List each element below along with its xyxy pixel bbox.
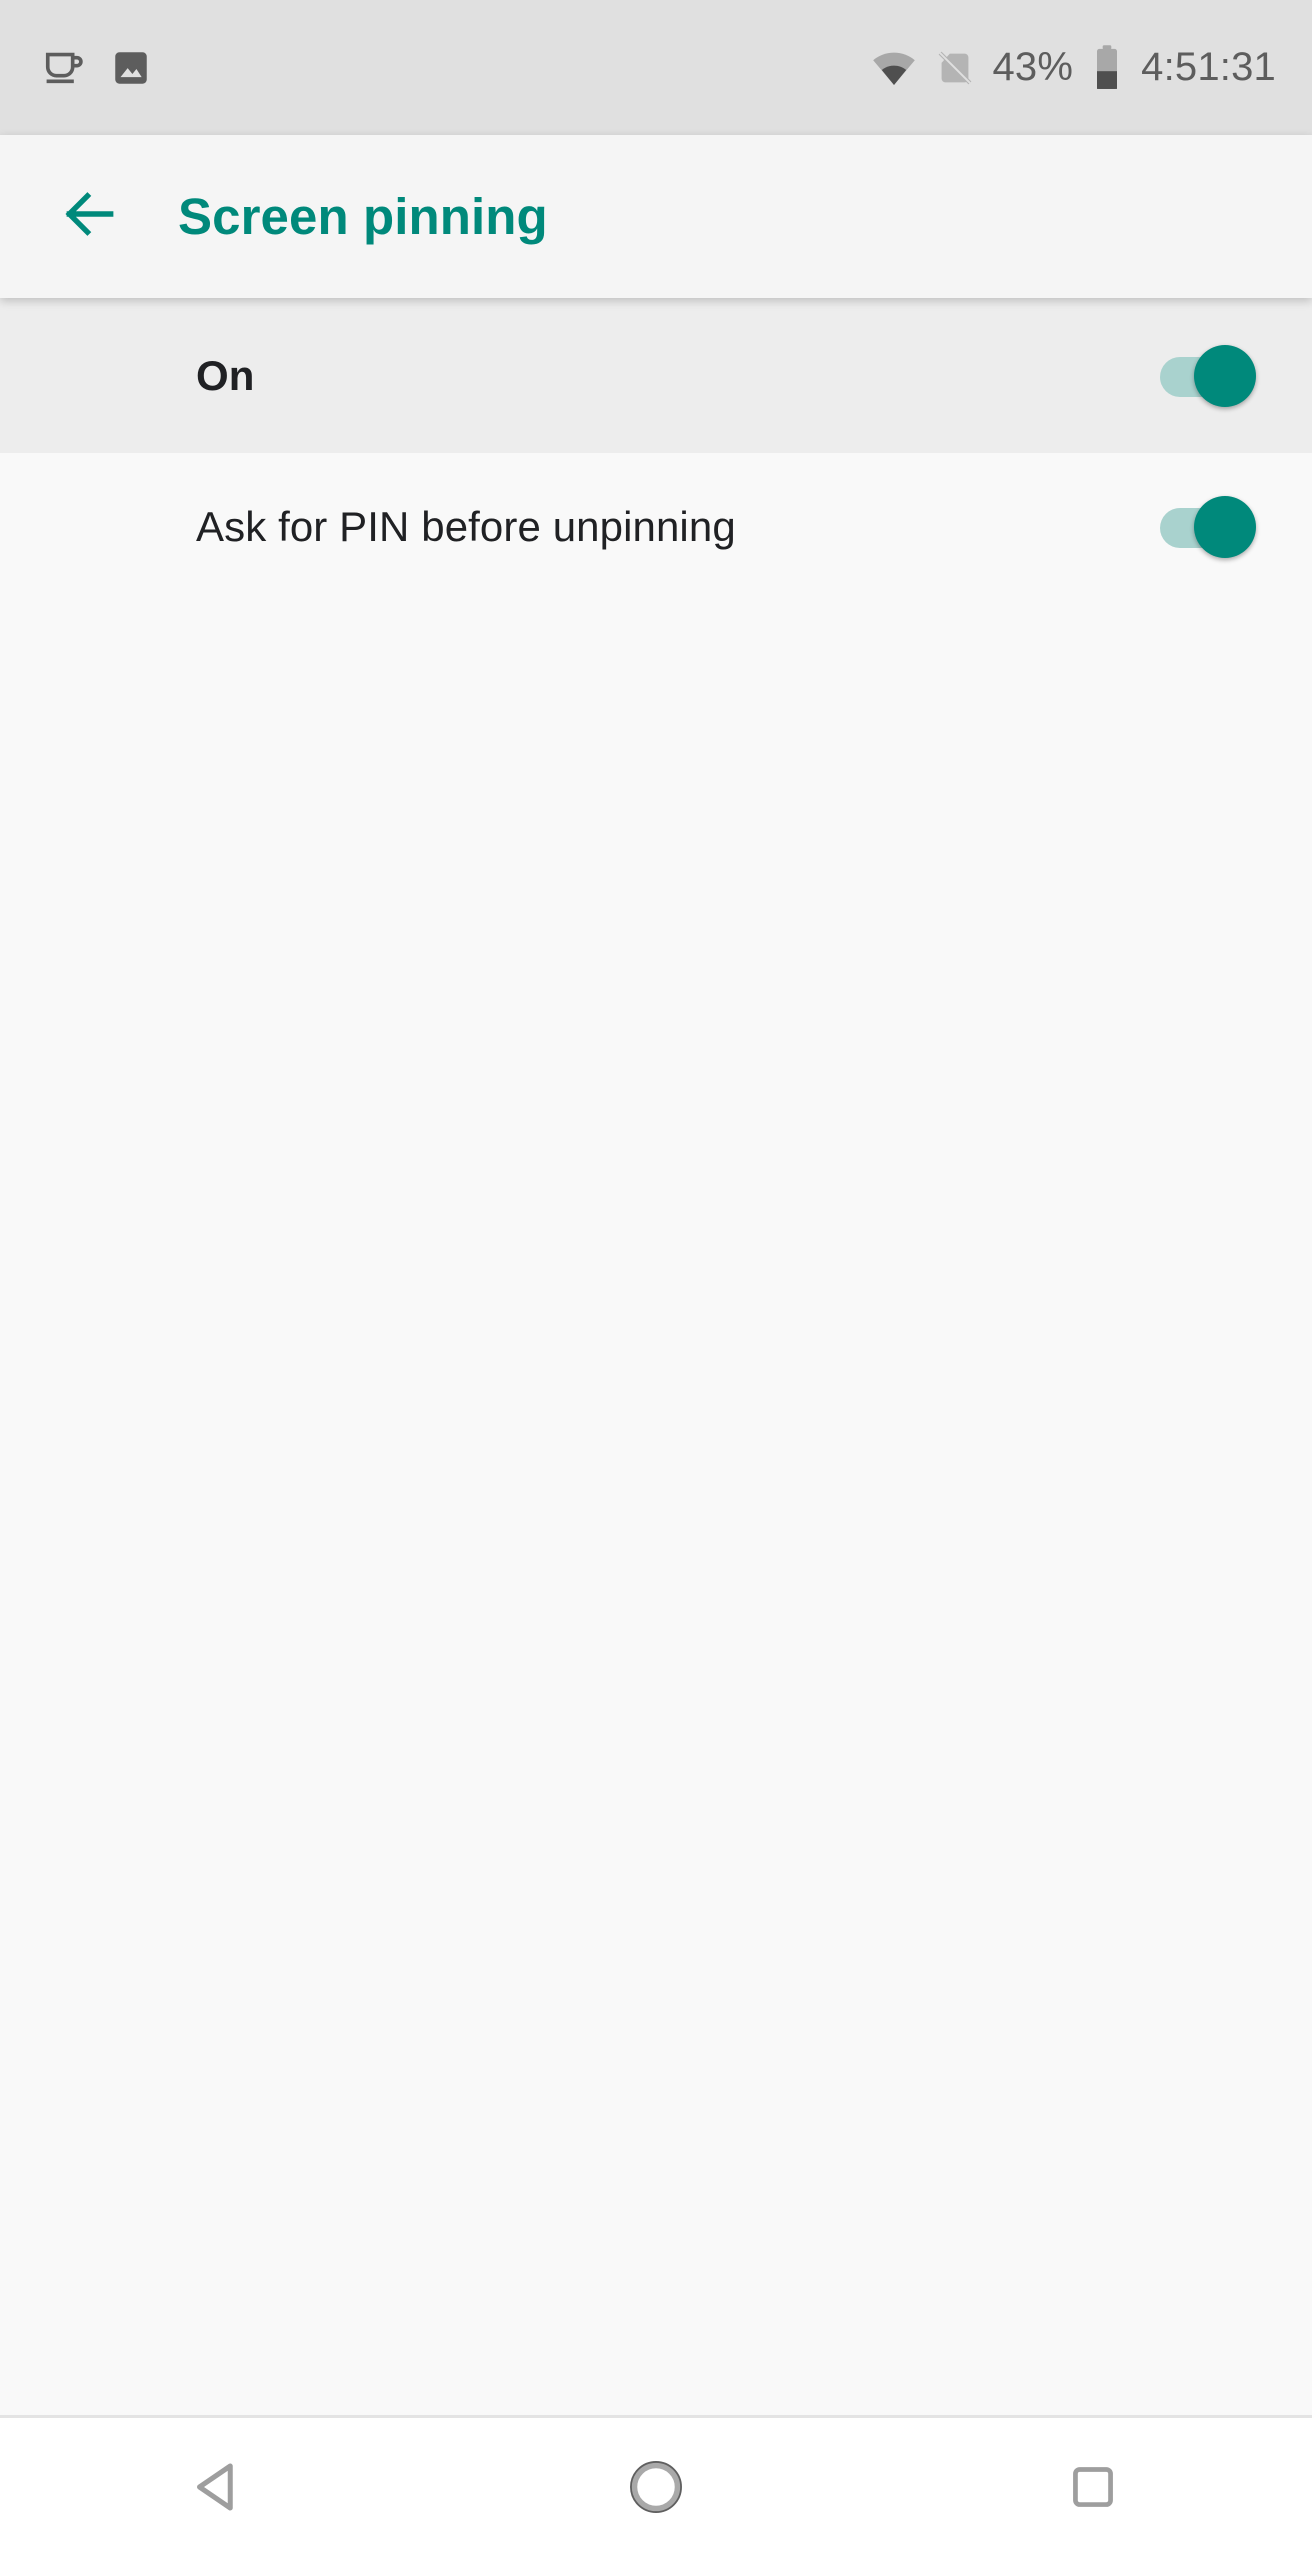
arrow-left-icon <box>59 183 121 250</box>
no-sim-card-icon <box>932 45 978 91</box>
photo-image-icon <box>110 47 152 89</box>
preference-row-screen-pinning-master[interactable]: On <box>0 298 1312 453</box>
battery-percentage-label: 43% <box>992 45 1074 89</box>
clock-label: 4:51:31 <box>1141 45 1276 89</box>
switch-screen-pinning[interactable] <box>1160 344 1256 407</box>
switch-ask-for-pin[interactable] <box>1160 496 1256 558</box>
preference-title: Ask for PIN before unpinning <box>196 503 736 550</box>
back-navigation-button[interactable] <box>52 179 128 255</box>
status-bar-notification-icons <box>42 45 152 91</box>
status-bar: 43% 4:51:31 <box>0 0 1312 135</box>
triangle-back-icon <box>189 2457 249 2522</box>
page-title: Screen pinning <box>178 188 548 245</box>
square-recents-icon <box>1066 2460 1120 2519</box>
coffee-cup-icon <box>42 45 88 91</box>
system-navigation-bar <box>0 2415 1312 2560</box>
nav-recents-button[interactable] <box>1003 2417 1183 2560</box>
switch-thumb <box>1194 344 1256 407</box>
settings-list: On Ask for PIN before unpinning <box>0 298 1312 2415</box>
preference-title: On <box>196 351 255 399</box>
wifi-icon <box>870 44 918 92</box>
status-bar-system-icons: 43% 4:51:31 <box>870 43 1276 93</box>
phone-screen: 43% 4:51:31 Screen pinning On Ask for PI… <box>0 0 1312 2560</box>
nav-back-button[interactable] <box>129 2417 309 2560</box>
preference-row-ask-for-pin[interactable]: Ask for PIN before unpinning <box>0 453 1312 601</box>
circle-home-icon <box>625 2456 687 2523</box>
battery-icon <box>1087 43 1127 93</box>
nav-home-button[interactable] <box>566 2417 746 2560</box>
switch-thumb <box>1194 496 1256 558</box>
app-bar: Screen pinning <box>0 135 1312 298</box>
